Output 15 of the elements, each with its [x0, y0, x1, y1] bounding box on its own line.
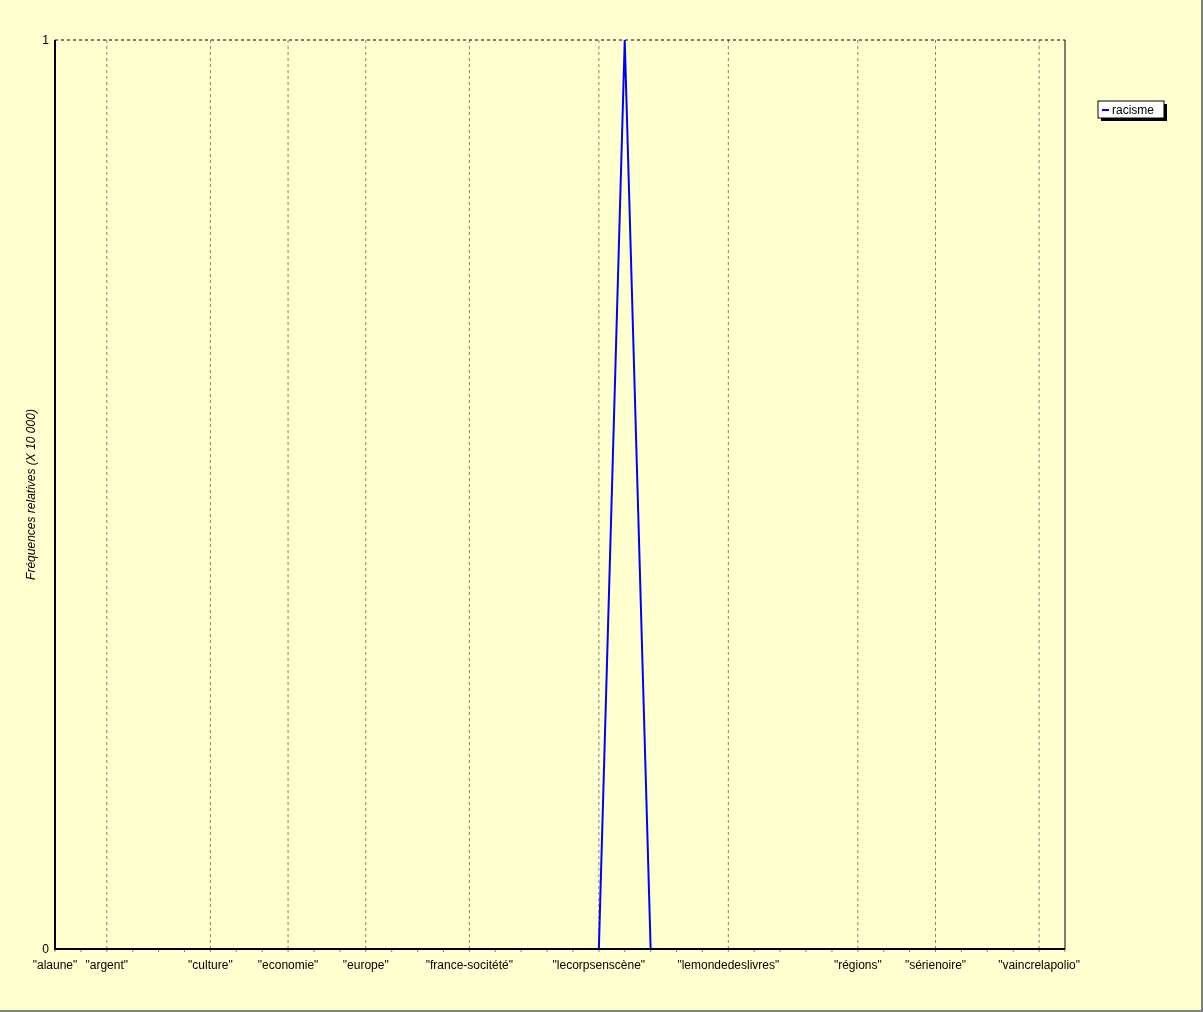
x-tick-label: "argent" [85, 958, 129, 972]
x-tick-label: "régions" [833, 958, 882, 972]
x-tick-label: "alaune" [32, 958, 78, 972]
x-tick-label: "europe" [342, 958, 389, 972]
x-tick-label: "sérienoire" [904, 958, 967, 972]
y-axis-title: Fréquences relatives (X 10 000) [24, 409, 38, 580]
x-tick-label: "economie" [257, 958, 319, 972]
x-tick-label: "lemondedeslivres" [677, 958, 780, 972]
x-tick-label: "culture" [188, 958, 233, 972]
x-tick-label: "vaincrelapolio" [998, 958, 1081, 972]
legend-label: racisme [1112, 103, 1154, 117]
y-tick-label: 0 [42, 942, 49, 956]
y-tick-label: 1 [42, 33, 49, 47]
x-tick-label: "france-socitété" [425, 958, 513, 972]
x-tick-label: "lecorpsenscène" [552, 958, 646, 972]
